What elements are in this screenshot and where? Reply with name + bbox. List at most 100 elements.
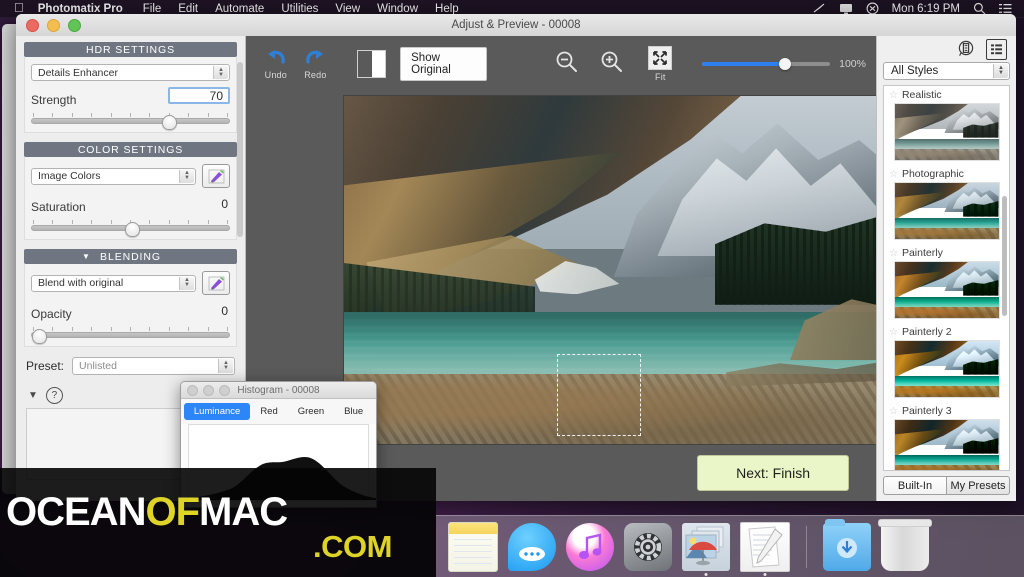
blending-header-label: BLENDING [100, 250, 161, 263]
star-icon[interactable]: ☆ [889, 406, 898, 417]
split-view-icon[interactable] [357, 50, 387, 78]
section-hdr-settings: HDR SETTINGS Details Enhancer ▲ ▼ Strengt… [24, 42, 237, 133]
list-item[interactable]: ☆ Painterly 2 [884, 323, 1009, 402]
dock-separator [806, 525, 807, 568]
window-titlebar[interactable]: Adjust & Preview - 00008 [16, 14, 1016, 37]
zoom-in-button[interactable] [600, 50, 623, 78]
star-icon[interactable]: ☆ [889, 327, 898, 338]
saturation-value[interactable]: 0 [221, 197, 228, 211]
preset-stepper-icon[interactable]: ▲ ▼ [218, 359, 233, 373]
menu-item-automate[interactable]: Automate [215, 3, 264, 15]
menu-item-utilities[interactable]: Utilities [281, 3, 318, 15]
close-button[interactable] [26, 18, 39, 32]
notification-center-icon[interactable] [999, 3, 1012, 14]
opacity-value[interactable]: 0 [221, 304, 228, 318]
color-mode-select[interactable]: Image Colors ▲ ▼ [31, 167, 196, 185]
dock-item-notes[interactable] [448, 521, 498, 572]
menu-item-file[interactable]: File [143, 3, 162, 15]
star-icon[interactable]: ☆ [889, 169, 898, 180]
dock-item-downloads[interactable] [823, 518, 871, 571]
list-item[interactable]: ☆ Painterly 3 [884, 402, 1009, 470]
preset-thumbnail[interactable] [893, 103, 1000, 161]
dock-item-trash[interactable] [878, 518, 932, 571]
dock-item-messages[interactable] [508, 522, 556, 571]
strength-slider-track[interactable] [31, 115, 230, 130]
paintbrush-icon [208, 276, 224, 290]
grid-view-icon[interactable] [986, 38, 1007, 60]
strength-value-field[interactable]: 70 [168, 87, 230, 104]
dock-item-system-preferences[interactable] [624, 522, 672, 571]
opacity-slider-track[interactable] [31, 329, 230, 344]
style-filter-select[interactable]: All Styles ▲ ▼ [883, 62, 1010, 80]
hdr-method-stepper-icon[interactable]: ▲ ▼ [213, 66, 228, 79]
tab-luminance[interactable]: Luminance [183, 403, 251, 420]
saturation-slider-knob[interactable] [124, 222, 140, 237]
color-settings-header[interactable]: COLOR SETTINGS [24, 142, 237, 157]
style-filter-value: All Styles [891, 65, 939, 77]
menu-item-help[interactable]: Help [435, 3, 459, 15]
menu-item-view[interactable]: View [335, 3, 360, 15]
menu-app-name[interactable]: Photomatix Pro [38, 3, 123, 15]
airplay-icon[interactable] [813, 3, 826, 14]
histogram-titlebar[interactable]: Histogram - 00008 [181, 382, 376, 399]
dock-item-photos[interactable] [682, 522, 730, 576]
tab-green[interactable]: Green [288, 403, 334, 420]
undo-button[interactable]: Undo [256, 48, 296, 80]
preset-thumbnail[interactable] [893, 419, 1000, 470]
window-title: Adjust & Preview - 00008 [451, 19, 581, 31]
preset-thumbnail[interactable] [893, 261, 1000, 319]
fit-button[interactable]: Fit [641, 46, 681, 82]
menu-bar-clock[interactable]: Mon 6:19 PM [892, 3, 960, 15]
display-icon[interactable] [839, 3, 853, 15]
list-item[interactable]: ☆ Painterly [884, 244, 1009, 323]
preset-thumbnail[interactable] [893, 340, 1000, 398]
preset-thumbnail[interactable] [893, 182, 1000, 240]
list-item[interactable]: ☆ Realistic [884, 86, 1009, 165]
strength-slider-knob[interactable] [162, 115, 178, 130]
next-finish-button[interactable]: Next: Finish [697, 455, 849, 491]
help-chevron-down-icon[interactable]: ▼ [28, 390, 38, 401]
show-original-button[interactable]: Show Original [400, 47, 487, 81]
hdr-settings-header[interactable]: HDR SETTINGS [24, 42, 237, 57]
blend-mode-stepper-icon[interactable]: ▲ ▼ [179, 276, 194, 290]
blending-chevron-down-icon[interactable]: ▼ [82, 252, 91, 261]
preset-item-header: ☆ Photographic [884, 167, 1009, 182]
color-paintbrush-button[interactable] [202, 164, 230, 188]
preset-select[interactable]: Unlisted ▲ ▼ [72, 357, 235, 375]
redo-button[interactable]: Redo [296, 48, 336, 80]
dock-item-textedit[interactable] [740, 521, 790, 576]
crop-selection-rectangle[interactable] [557, 354, 641, 436]
opacity-slider-knob[interactable] [32, 329, 47, 344]
blending-header[interactable]: ▼ BLENDING [24, 249, 237, 264]
menu-item-edit[interactable]: Edit [178, 3, 198, 15]
zoom-slider-track[interactable] [702, 58, 831, 70]
blend-mode-select[interactable]: Blend with original ▲ ▼ [31, 274, 196, 292]
zoom-out-button[interactable] [555, 50, 578, 78]
tab-built-in[interactable]: Built-In [883, 476, 946, 495]
single-view-icon[interactable] [957, 40, 976, 59]
color-mode-stepper-icon[interactable]: ▲ ▼ [179, 169, 194, 183]
star-icon[interactable]: ☆ [889, 90, 898, 101]
list-item[interactable]: ☆ Photographic [884, 165, 1009, 244]
hdr-method-select[interactable]: Details Enhancer ▲ ▼ [31, 64, 230, 81]
zoom-button[interactable] [68, 18, 81, 32]
preset-list-scrollbar[interactable] [1002, 196, 1007, 316]
preset-item-label: Painterly 3 [901, 405, 952, 417]
apple-logo-icon[interactable]:  [14, 1, 24, 14]
dock-item-itunes[interactable] [566, 522, 614, 571]
zoom-slider-knob[interactable] [778, 58, 791, 70]
help-question-icon[interactable]: ? [45, 387, 63, 404]
minimize-button[interactable] [47, 18, 60, 32]
style-filter-stepper-icon[interactable]: ▲ ▼ [993, 64, 1008, 78]
blend-paintbrush-button[interactable] [202, 271, 230, 295]
textedit-icon [748, 525, 783, 568]
tab-blue[interactable]: Blue [334, 403, 373, 420]
star-icon[interactable]: ☆ [889, 248, 898, 259]
settings-panel-scrollbar[interactable] [237, 62, 243, 237]
preset-item-header: ☆ Painterly [884, 246, 1009, 261]
preset-list[interactable]: ☆ Realistic ☆ Photographic ☆ Painterly ☆… [883, 85, 1010, 471]
saturation-slider-track[interactable] [31, 222, 230, 237]
menu-item-window[interactable]: Window [377, 3, 418, 15]
tab-my-presets[interactable]: My Presets [946, 476, 1010, 495]
tab-red[interactable]: Red [250, 403, 287, 420]
